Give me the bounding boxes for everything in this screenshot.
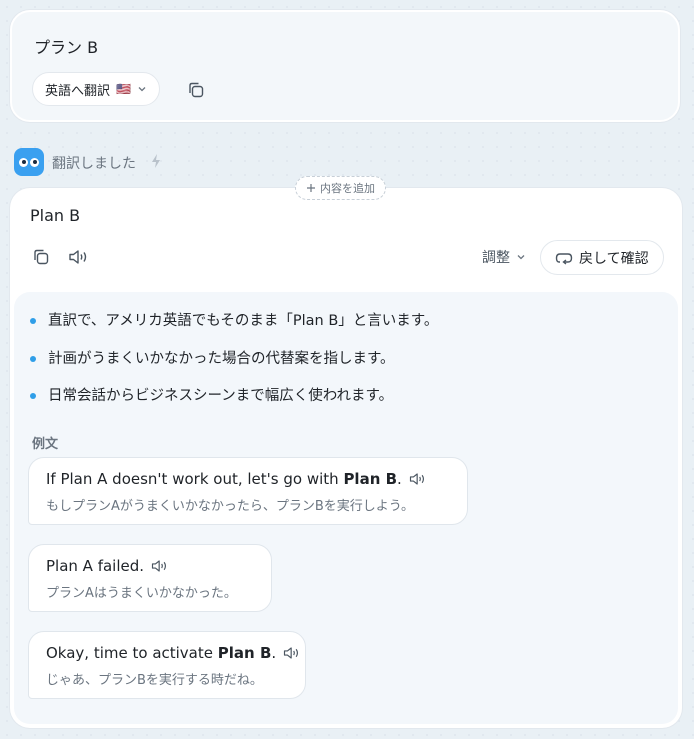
example-text: Okay, time to activate — [46, 644, 213, 662]
add-content-button[interactable]: 内容を追加 — [295, 176, 386, 200]
app-logo-icon — [14, 148, 44, 176]
copy-icon[interactable] — [186, 80, 206, 100]
chevron-down-icon — [138, 87, 146, 92]
speaker-icon — [69, 250, 87, 264]
example-japanese: プランAはうまくいかなかった。 — [46, 586, 237, 601]
list-item: 計画がうまくいかなかった場合の代替案を指します。 — [30, 350, 438, 388]
target-language-label: 英語へ翻訳 — [45, 83, 111, 99]
speaker-icon[interactable] — [150, 558, 170, 574]
us-flag-icon: 🇺🇸 — [116, 82, 131, 96]
example-text: Plan A failed. — [46, 557, 145, 575]
speaker-icon[interactable] — [282, 645, 302, 661]
add-content-label: 内容を追加 — [320, 182, 375, 195]
source-text[interactable]: プラン B — [34, 34, 98, 58]
explanation-panel: 直訳で、アメリカ英語でもそのまま「Plan B」と言います。 計画がうまくいかな… — [14, 292, 678, 724]
example-bubble: Okay, time to activate Plan B. じゃあ、プランBを… — [28, 631, 306, 699]
undo-icon — [555, 252, 573, 265]
explanation-list: 直訳で、アメリカ英語でもそのまま「Plan B」と言います。 計画がうまくいかな… — [30, 312, 438, 425]
chevron-down-icon — [517, 255, 525, 260]
example-bubble: If Plan A doesn't work out, let's go wit… — [28, 457, 468, 525]
copy-icon — [34, 249, 49, 265]
example-text: If Plan A doesn't work out, let's go wit… — [46, 470, 339, 488]
logo-eye-left — [19, 157, 28, 167]
adjust-dropdown[interactable]: 調整 — [482, 247, 526, 267]
example-japanese: もしプランAがうまくいかなかったら、プランBを実行しよう。 — [46, 499, 415, 514]
adjust-label: 調整 — [482, 250, 510, 266]
example-bubble: Plan A failed. プランAはうまくいかなかった。 — [28, 544, 272, 612]
example-text-end: . — [271, 644, 277, 662]
back-translate-label: 戻して確認 — [579, 250, 649, 267]
plus-icon — [307, 184, 315, 192]
speaker-icon[interactable] — [408, 471, 428, 487]
example-english: Okay, time to activate Plan B. — [46, 644, 299, 662]
translation-result: Plan B — [30, 206, 81, 225]
speak-translation-button[interactable] — [66, 246, 92, 268]
example-english: If Plan A doesn't work out, let's go wit… — [46, 470, 451, 488]
example-text-end: . — [397, 470, 402, 488]
status-text: 翻訳しました — [52, 156, 136, 172]
example-japanese: じゃあ、プランBを実行する時だね。 — [46, 673, 263, 688]
copy-translation-button[interactable] — [30, 246, 52, 268]
list-item: 日常会話からビジネスシーンまで幅広く使われます。 — [30, 387, 438, 425]
example-highlight: Plan B — [343, 470, 398, 488]
back-translate-button[interactable]: 戻して確認 — [540, 240, 664, 275]
example-english: Plan A failed. — [46, 557, 255, 575]
example-highlight: Plan B — [217, 644, 272, 662]
logo-eye-right — [30, 157, 39, 167]
bolt-icon — [152, 154, 160, 168]
examples-heading: 例文 — [32, 437, 59, 452]
output-card: Plan B 調整 戻して確認 直訳で、アメリカ英語でもそのまま「Plan B」… — [10, 188, 682, 728]
input-card[interactable]: プラン B 英語へ翻訳 🇺🇸 — [10, 10, 680, 122]
list-item: 直訳で、アメリカ英語でもそのまま「Plan B」と言います。 — [30, 312, 438, 350]
target-language-select[interactable]: 英語へ翻訳 🇺🇸 — [32, 72, 160, 106]
